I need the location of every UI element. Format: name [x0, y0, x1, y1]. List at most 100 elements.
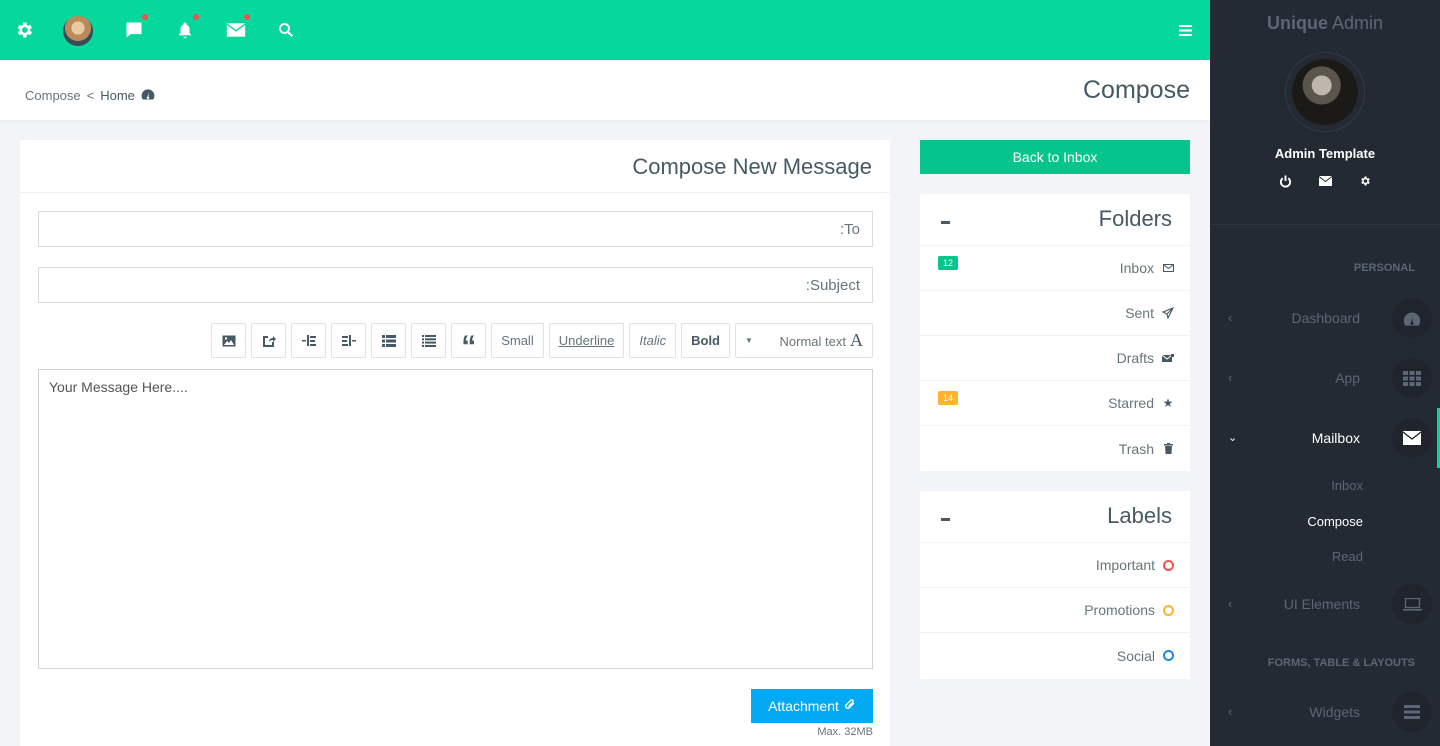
breadcrumb-home[interactable]: Home: [100, 88, 135, 103]
draft-envelope-icon: [1162, 353, 1174, 363]
folder-inbox[interactable]: 12 Inbox: [920, 246, 1190, 291]
profile-avatar[interactable]: [1285, 52, 1365, 132]
folder-drafts[interactable]: Drafts: [920, 336, 1190, 381]
collapse-icon[interactable]: [941, 221, 950, 224]
label-social[interactable]: Social: [920, 633, 1190, 678]
bell-icon[interactable]: [171, 14, 199, 44]
label-text: Social: [1116, 647, 1155, 664]
folder-label: Inbox: [1119, 260, 1154, 276]
text-style-dropdown[interactable]: ▼ Normal text A: [735, 323, 873, 358]
quote-icon: “: [461, 329, 477, 363]
italic-label: Italic: [639, 333, 667, 348]
starred-count-badge: 14: [938, 391, 959, 405]
message-area[interactable]: [38, 369, 873, 669]
subject-input[interactable]: [39, 268, 872, 302]
list-bullets-icon: [421, 334, 436, 347]
caret-down-icon: ▼: [745, 336, 753, 345]
notification-dot: [244, 14, 250, 20]
insert-link-button[interactable]: [251, 323, 287, 358]
labels-header: Labels: [920, 491, 1190, 543]
section-personal: PERSONAL: [1353, 262, 1415, 274]
envelope-icon: [1392, 418, 1432, 458]
font-icon: A: [850, 330, 863, 350]
breadcrumb-separator: <: [86, 88, 95, 103]
to-input[interactable]: [39, 212, 872, 246]
nav-label: Widgets: [1309, 704, 1360, 720]
label-promotions[interactable]: Promotions: [920, 588, 1190, 633]
sidebar-item-dashboard[interactable]: ‹ Dashboard: [1210, 298, 1440, 338]
to-field[interactable]: [38, 211, 873, 247]
sidebar-divider: [1210, 224, 1440, 225]
compose-card: Compose New Message “ Small Underline It…: [20, 140, 890, 746]
labels-title: Labels: [1107, 503, 1172, 528]
power-icon[interactable]: [1278, 174, 1292, 188]
gear-icon[interactable]: [10, 16, 38, 44]
bars-icon: [1392, 692, 1432, 732]
star-icon: ★: [1162, 396, 1174, 410]
attachment-label: Attachment: [768, 698, 839, 714]
dashboard-icon: [1392, 298, 1432, 338]
sidebar-item-widgets[interactable]: ‹ Widgets: [1210, 692, 1440, 732]
insert-image-button[interactable]: [211, 323, 247, 358]
bold-button[interactable]: Bold: [681, 323, 730, 358]
breadcrumb: Compose < Home: [25, 88, 155, 103]
laptop-icon: [1392, 584, 1432, 624]
folder-label: Drafts: [1116, 350, 1154, 366]
bold-label: Bold: [691, 333, 720, 348]
profile-actions: [1210, 174, 1440, 188]
unordered-list-button[interactable]: [411, 323, 447, 358]
italic-button[interactable]: Italic: [629, 323, 677, 358]
underline-button[interactable]: Underline: [548, 323, 625, 358]
folder-starred[interactable]: 14 Starred ★: [920, 381, 1190, 426]
nav-label: UI Elements: [1283, 596, 1360, 612]
chat-icon[interactable]: [120, 14, 148, 44]
blockquote-button[interactable]: “: [451, 323, 487, 363]
subject-field[interactable]: [38, 267, 873, 303]
sidebar-sub-compose[interactable]: Compose: [1307, 514, 1363, 529]
outdent-icon: [301, 335, 316, 346]
inbox-count-badge: 12: [938, 256, 959, 270]
small-label: Small: [501, 333, 534, 348]
grid-icon: [1392, 358, 1432, 398]
ordered-list-button[interactable]: [371, 323, 407, 358]
sidebar-sub-read[interactable]: Read: [1332, 549, 1363, 564]
circle-icon: [1163, 559, 1174, 571]
editor-toolbar: “ Small Underline Italic Bold ▼ Normal t…: [211, 323, 873, 363]
gear-icon[interactable]: [1358, 174, 1372, 188]
label-important[interactable]: Important: [920, 543, 1190, 588]
nav-label: Mailbox: [1311, 430, 1360, 446]
sidebar-item-app[interactable]: ‹ App: [1210, 358, 1440, 398]
chevron-left-icon: ‹: [1228, 310, 1233, 325]
circle-icon: [1163, 604, 1174, 616]
trash-icon: [1162, 443, 1174, 454]
label-text: Promotions: [1084, 602, 1155, 618]
small-text-button[interactable]: Small: [491, 323, 544, 358]
sidebar-item-ui-elements[interactable]: ‹ UI Elements: [1210, 584, 1440, 624]
message-input[interactable]: [39, 370, 872, 668]
collapse-icon[interactable]: [941, 518, 950, 521]
search-icon[interactable]: [272, 16, 300, 44]
nav-label: Dashboard: [1291, 310, 1361, 326]
breadcrumb-current: Compose: [25, 88, 81, 103]
hamburger-icon[interactable]: [1171, 16, 1199, 44]
folder-trash[interactable]: Trash: [920, 426, 1190, 471]
outdent-button[interactable]: [291, 323, 327, 358]
brand-bold: Unique: [1266, 13, 1328, 33]
chevron-down-icon: ⌄: [1228, 432, 1238, 444]
chevron-left-icon: ‹: [1228, 370, 1233, 385]
back-to-inbox-button[interactable]: Back to Inbox: [920, 140, 1190, 174]
attachment-button[interactable]: Attachment: [751, 689, 873, 723]
brand-logo[interactable]: Unique Admin: [1210, 13, 1440, 34]
folder-label: Trash: [1118, 440, 1154, 457]
text-style-value: Normal text: [779, 334, 846, 349]
user-avatar[interactable]: [63, 16, 93, 46]
share-icon: [262, 335, 276, 347]
indent-button[interactable]: [331, 323, 367, 358]
envelope-icon[interactable]: [222, 14, 250, 44]
envelope-icon[interactable]: [1318, 174, 1332, 188]
chevron-left-icon: ‹: [1228, 704, 1233, 719]
sidebar-sub-inbox[interactable]: Inbox: [1331, 478, 1363, 493]
folder-sent[interactable]: Sent: [920, 291, 1190, 336]
notification-dot: [193, 14, 199, 20]
sidebar-item-mailbox[interactable]: ⌄ Mailbox: [1210, 418, 1440, 458]
